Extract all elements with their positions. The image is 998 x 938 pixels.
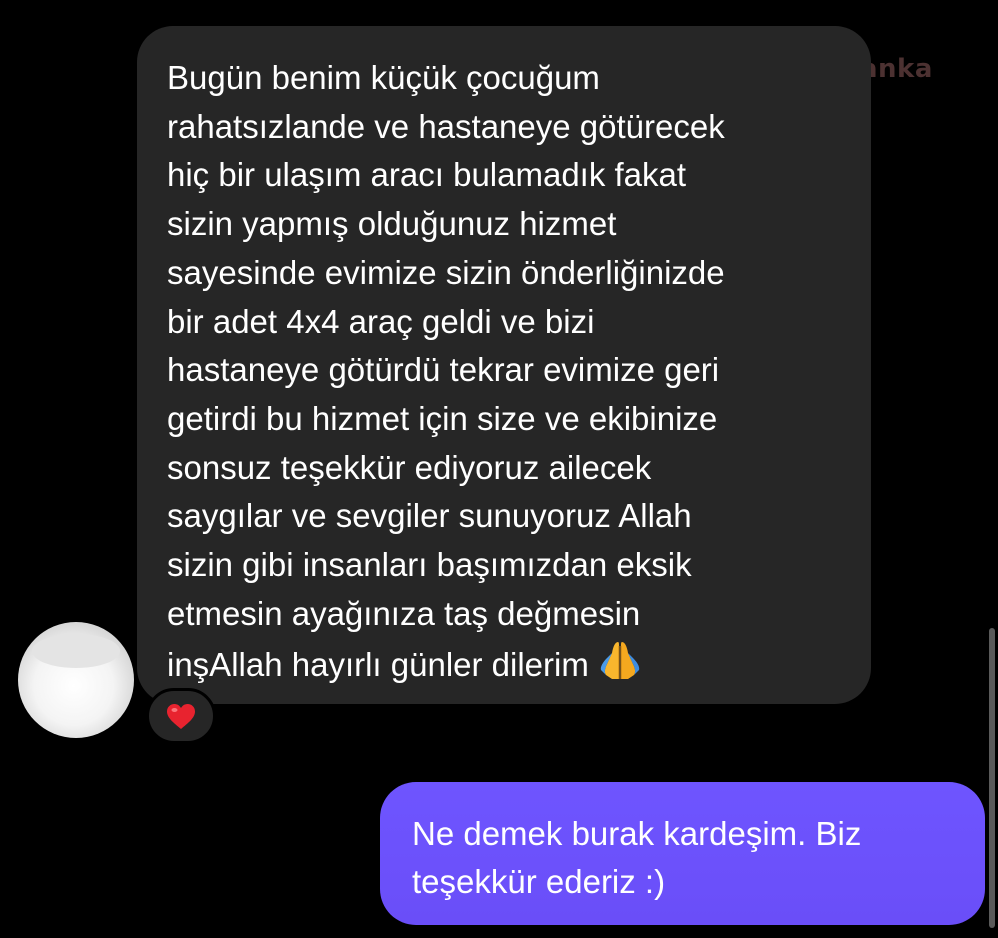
- message-line: rahatsızlande ve hastaneye götürecek: [167, 107, 725, 145]
- message-line: etmesin ayağınıza taş değmesin: [167, 594, 641, 632]
- message-line: sizin gibi insanları başımızdan eksik: [167, 546, 692, 584]
- message-line: sizin yapmış olduğunuz hizmet: [167, 205, 617, 243]
- message-line: hastaneye götürdü tekrar evimize geri: [167, 351, 720, 389]
- chat-thread: anka Bugün benim küçük çocuğum rahatsızl…: [0, 0, 998, 938]
- message-line: inşAllah hayırlı günler dilerim: [167, 646, 589, 684]
- scrollbar[interactable]: [989, 628, 995, 928]
- folded-hands-emoji-icon: [598, 638, 642, 694]
- message-line: Bugün benim küçük çocuğum: [167, 59, 600, 96]
- message-line: Ne demek burak kardeşim. Biz: [412, 815, 862, 852]
- message-line: teşekkür ederiz :): [412, 863, 666, 900]
- message-line: bir adet 4x4 araç geldi ve bizi: [167, 302, 595, 340]
- sender-avatar[interactable]: [18, 622, 134, 738]
- outgoing-message-bubble[interactable]: Ne demek burak kardeşim. Biz teşekkür ed…: [380, 782, 985, 925]
- message-line: saygılar ve sevgiler sunuyoruz Allah: [167, 497, 692, 535]
- message-line: sonsuz teşekkür ediyoruz ailecek: [167, 448, 652, 486]
- heart-reaction[interactable]: [146, 688, 216, 744]
- message-line: sayesinde evimize sizin önderliğinizde: [167, 253, 725, 291]
- message-line: getirdi bu hizmet için size ve ekibinize: [167, 399, 718, 437]
- heart-emoji-icon: [167, 703, 195, 729]
- outgoing-message-text: Ne demek burak kardeşim. Biz teşekkür ed…: [412, 810, 955, 906]
- message-line: hiç bir ulaşım aracı bulamadık fakat: [167, 156, 687, 194]
- incoming-message-bubble[interactable]: Bugün benim küçük çocuğum rahatsızlande …: [137, 26, 871, 704]
- incoming-message-text: Bugün benim küçük çocuğum rahatsızlande …: [167, 54, 841, 694]
